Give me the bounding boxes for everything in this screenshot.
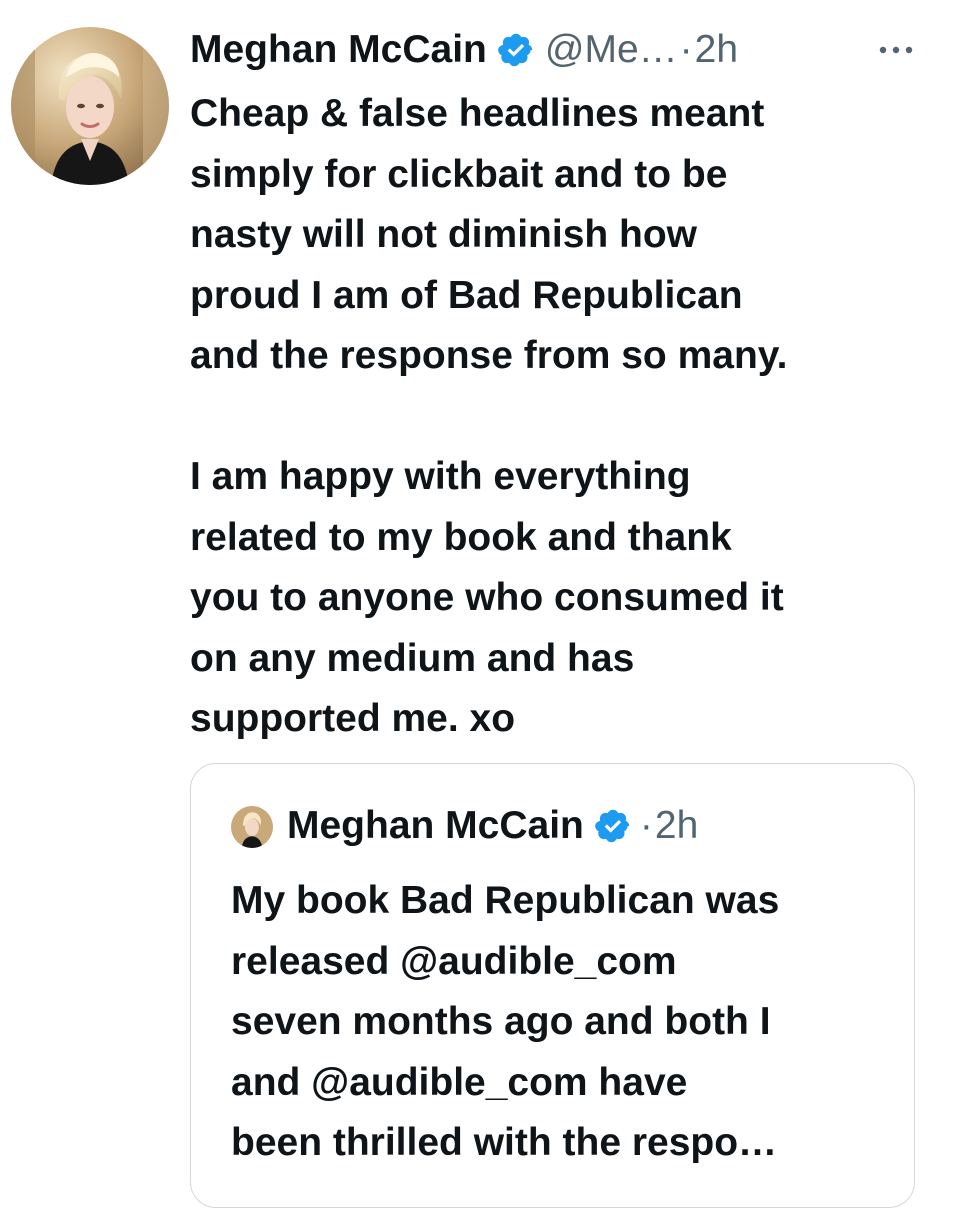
tweet-line: and the response from so many. [190,334,788,377]
tweet-line: proud I am of Bad Republican [190,273,743,317]
author-handle[interactable]: @Me… [545,28,678,72]
quoted-tweet-header: Meghan McCain · 2h [287,800,698,852]
quoted-tweet-card[interactable]: Meghan McCain · 2h My book Bad Republica… [190,763,915,1208]
separator-dot: · [679,28,693,71]
tweet-header: Meghan McCain @Me… · 2h [190,24,738,76]
quoted-timestamp[interactable]: 2h [655,804,698,848]
avatar-image [11,27,169,185]
quoted-author-name[interactable]: Meghan McCain [287,804,584,848]
tweet-line: you to anyone who consumed it [190,576,784,619]
tweet-line: nasty will not diminish how [190,213,698,256]
tweet-line: on any medium and has [190,636,635,680]
tweet-body: Cheap & false headlines meant simply for… [190,84,940,750]
tweet-line: I am happy with everything [190,455,691,498]
separator-dot: · [639,804,653,847]
quoted-line: seven months ago and both I [231,1000,771,1043]
verified-badge-icon [595,809,630,843]
quoted-tweet-body: My book Bad Republican was released @aud… [231,871,891,1174]
tweet-line: supported me. xo [190,697,516,740]
quoted-line: My book Bad Republican was [231,879,780,922]
more-options-icon[interactable] [876,36,916,64]
tweet-line: related to my book and thank [190,515,732,559]
timestamp[interactable]: 2h [695,28,738,72]
quoted-line: been thrilled with the respo… [231,1121,778,1164]
tweet-line: Cheap & false headlines meant [190,92,765,135]
quoted-avatar-image [231,806,273,848]
quoted-line: and @audible_com have [231,1060,688,1104]
quoted-avatar[interactable] [231,806,273,848]
avatar[interactable] [11,27,169,185]
quoted-line: released @audible_com [231,939,677,983]
verified-badge-icon [498,33,533,67]
tweet-line: simply for clickbait and to be [190,152,728,196]
author-name[interactable]: Meghan McCain [190,28,487,72]
